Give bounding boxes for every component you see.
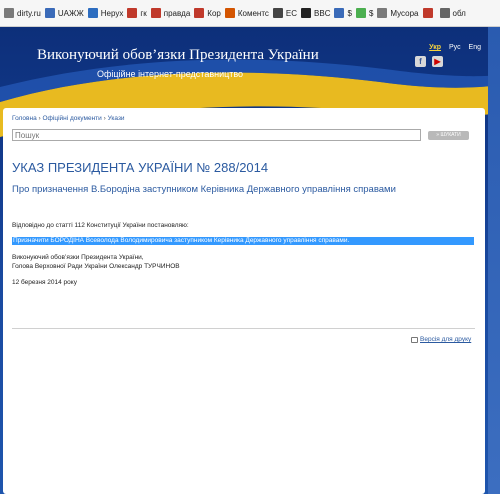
bookmark-item[interactable]: BBC: [301, 8, 330, 18]
site-subtitle: Офіційне інтернет-представництво: [97, 69, 244, 79]
grid-icon: [272, 8, 283, 18]
bookmark-item[interactable]: гк: [127, 8, 147, 18]
k-icon: [224, 8, 235, 18]
search-button[interactable]: » ШУКАТИ: [428, 131, 469, 140]
bookmark-item[interactable]: Нерух: [87, 8, 124, 18]
bookmark-item[interactable]: $: [334, 8, 352, 18]
gk-icon: [127, 8, 138, 18]
bbc-icon: [301, 8, 312, 18]
app-icon: [422, 8, 433, 18]
blue-square-icon: [334, 8, 345, 18]
bookmark-label: $: [368, 8, 374, 18]
bookmark-label: правда: [163, 8, 191, 18]
printer-icon: [411, 336, 418, 343]
bookmark-item[interactable]: dirty.ru: [4, 8, 41, 18]
lang-eng[interactable]: Eng: [469, 44, 481, 51]
bookmark-item[interactable]: EC: [272, 8, 298, 18]
bookmark-label: BBC: [314, 8, 331, 18]
pen-icon: [44, 8, 55, 18]
bookmark-label: Нерух: [100, 8, 124, 18]
circle-icon: [355, 8, 366, 18]
k-icon: [150, 8, 161, 18]
bookmark-item[interactable]: UAЖЖ: [44, 8, 84, 18]
page-edge: [488, 27, 500, 494]
breadcrumb-docs[interactable]: Офіційні документи: [43, 115, 102, 122]
bookmark-label: Коментс: [237, 8, 269, 18]
globe-icon: [377, 8, 388, 18]
decree-subtitle: Про призначення В.Бородіна заступником К…: [12, 184, 396, 195]
decree-title: УКАЗ ПРЕЗИДЕНТА УКРАЇНИ № 288/2014: [12, 160, 269, 175]
print-label: Версія для друку: [420, 336, 472, 343]
divider: [12, 328, 475, 329]
decree-date: 12 березня 2014 року: [12, 279, 77, 286]
search-icon: [439, 8, 450, 18]
bookmark-label: обл: [452, 8, 466, 18]
bookmark-item[interactable]: обл: [439, 8, 466, 18]
bookmarks-bar: dirty.ru UAЖЖ Нерух гк правда Кор Коментс EC BBC…: [0, 0, 500, 27]
lang-ukr[interactable]: Укр: [429, 44, 441, 51]
youtube-icon[interactable]: ▶: [432, 56, 443, 67]
facebook-icon[interactable]: f: [415, 56, 426, 67]
bookmark-item[interactable]: $: [355, 8, 374, 18]
decree-preamble: Відповідно до статті 112 Конституції Укр…: [12, 222, 189, 229]
social-links: f ▶: [409, 56, 443, 67]
search-input[interactable]: [12, 129, 421, 141]
bookmark-label: Кор: [207, 8, 221, 18]
decree-text-selected[interactable]: Призначити БОРОДІНА Всеволода Володимиро…: [12, 237, 474, 245]
lang-rus[interactable]: Рус: [449, 44, 461, 51]
breadcrumb-sep: ›: [38, 115, 41, 122]
bookmark-label: $: [347, 8, 352, 18]
k-icon: [194, 8, 205, 18]
breadcrumb: Головна › Офіційні документи › Укази: [12, 115, 125, 122]
bookmark-item[interactable]: Мусора: [377, 8, 419, 18]
breadcrumb-decrees[interactable]: Укази: [108, 115, 125, 122]
bookmark-label: dirty.ru: [17, 8, 41, 18]
language-switcher: Укр Рус Eng: [423, 44, 481, 51]
bookmark-item[interactable]: [422, 8, 436, 18]
bookmark-label: Мусора: [390, 8, 419, 18]
bookmark-item[interactable]: правда: [150, 8, 191, 18]
bookmark-label: UAЖЖ: [57, 8, 84, 18]
bookmark-label: гк: [140, 8, 147, 18]
globe-icon: [4, 8, 14, 18]
site-title[interactable]: Виконуючий обов’язки Президента України: [37, 47, 319, 64]
signer-title: Виконуючий обов’язки Президента України,: [12, 254, 144, 261]
print-version-link[interactable]: Версія для друку: [411, 336, 471, 343]
content-panel: Головна › Офіційні документи › Укази » Ш…: [3, 108, 485, 494]
building-icon: [87, 8, 98, 18]
bookmark-item[interactable]: Коментс: [224, 8, 269, 18]
breadcrumb-home[interactable]: Головна: [12, 115, 37, 122]
bookmark-label: EC: [285, 8, 298, 18]
bookmark-item[interactable]: Кор: [194, 8, 221, 18]
breadcrumb-sep: ›: [103, 115, 106, 122]
signer-name: Голова Верховної Ради України Олександр …: [12, 263, 180, 270]
